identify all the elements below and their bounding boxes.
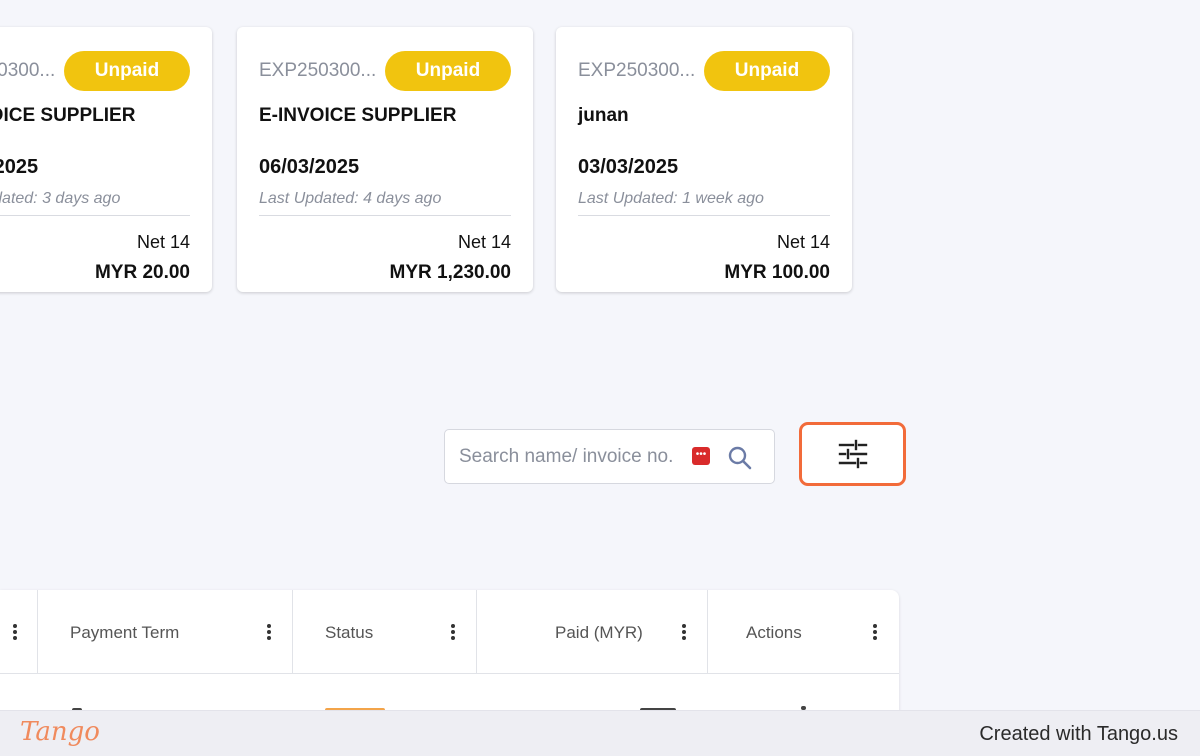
- last-updated: Last Updated: 4 days ago: [259, 190, 442, 207]
- filter-button[interactable]: [799, 422, 906, 486]
- column-header-actions[interactable]: Actions: [708, 590, 899, 674]
- invoice-card[interactable]: EXP250300... Unpaid junan 03/03/2025 Las…: [556, 27, 852, 292]
- invoice-amount: MYR 20.00: [94, 262, 190, 283]
- column-menu-icon[interactable]: [451, 624, 455, 642]
- card-divider: [578, 215, 830, 216]
- invoice-page: EXP250300... Unpaid E-INVOICE SUPPLIER 0…: [0, 0, 1200, 756]
- invoice-date: 03/03/2025: [578, 156, 679, 178]
- invoice-number: EXP250300...: [578, 60, 696, 81]
- payment-term: Net 14: [457, 232, 511, 252]
- status-badge: Unpaid: [64, 51, 190, 91]
- invoice-date: 06/03/2025: [259, 156, 360, 178]
- payment-term: Net 14: [136, 232, 190, 252]
- card-divider: [259, 215, 511, 216]
- status-badge: Unpaid: [385, 51, 511, 91]
- invoice-number: EXP250300...: [259, 60, 377, 81]
- search-box[interactable]: [444, 429, 775, 484]
- password-manager-icon[interactable]: •••: [692, 447, 710, 465]
- payment-term: Net 14: [776, 232, 830, 252]
- tango-footer: Tango Created with Tango.us: [0, 710, 1200, 756]
- invoice-amount: MYR 100.00: [724, 262, 830, 283]
- last-updated: Last Updated: 3 days ago: [0, 190, 121, 207]
- supplier-name: junan: [578, 105, 629, 126]
- search-icon[interactable]: [727, 445, 753, 471]
- tango-credit: Created with Tango.us: [979, 723, 1178, 745]
- column-header-status[interactable]: Status: [293, 590, 477, 674]
- column-header[interactable]: [0, 590, 38, 674]
- card-divider: [0, 215, 190, 216]
- supplier-name: E-INVOICE SUPPLIER: [0, 105, 136, 126]
- supplier-name: E-INVOICE SUPPLIER: [259, 105, 457, 126]
- column-header-payment-term[interactable]: Payment Term: [38, 590, 293, 674]
- column-header-paid[interactable]: Paid (MYR): [477, 590, 708, 674]
- column-label: Status: [325, 623, 374, 642]
- invoice-date: 06/03/2025: [0, 156, 39, 178]
- search-input[interactable]: [459, 430, 709, 483]
- column-menu-icon[interactable]: [873, 624, 877, 642]
- invoice-number: EXP250300...: [0, 60, 56, 81]
- invoice-card[interactable]: EXP250300... Unpaid E-INVOICE SUPPLIER 0…: [237, 27, 533, 292]
- invoice-amount: MYR 1,230.00: [389, 262, 511, 283]
- invoice-table: Payment Term Status Paid (MYR) Actions: [0, 590, 899, 720]
- column-label: Paid (MYR): [555, 623, 643, 642]
- column-menu-icon[interactable]: [682, 624, 686, 642]
- column-menu-icon[interactable]: [13, 624, 17, 642]
- column-label: Payment Term: [70, 623, 180, 642]
- invoice-card[interactable]: EXP250300... Unpaid E-INVOICE SUPPLIER 0…: [0, 27, 212, 292]
- last-updated: Last Updated: 1 week ago: [578, 190, 764, 207]
- sliders-icon: [838, 439, 867, 469]
- tango-logo: Tango: [20, 717, 100, 747]
- column-menu-icon[interactable]: [267, 624, 271, 642]
- status-badge: Unpaid: [704, 51, 830, 91]
- column-label: Actions: [746, 623, 802, 642]
